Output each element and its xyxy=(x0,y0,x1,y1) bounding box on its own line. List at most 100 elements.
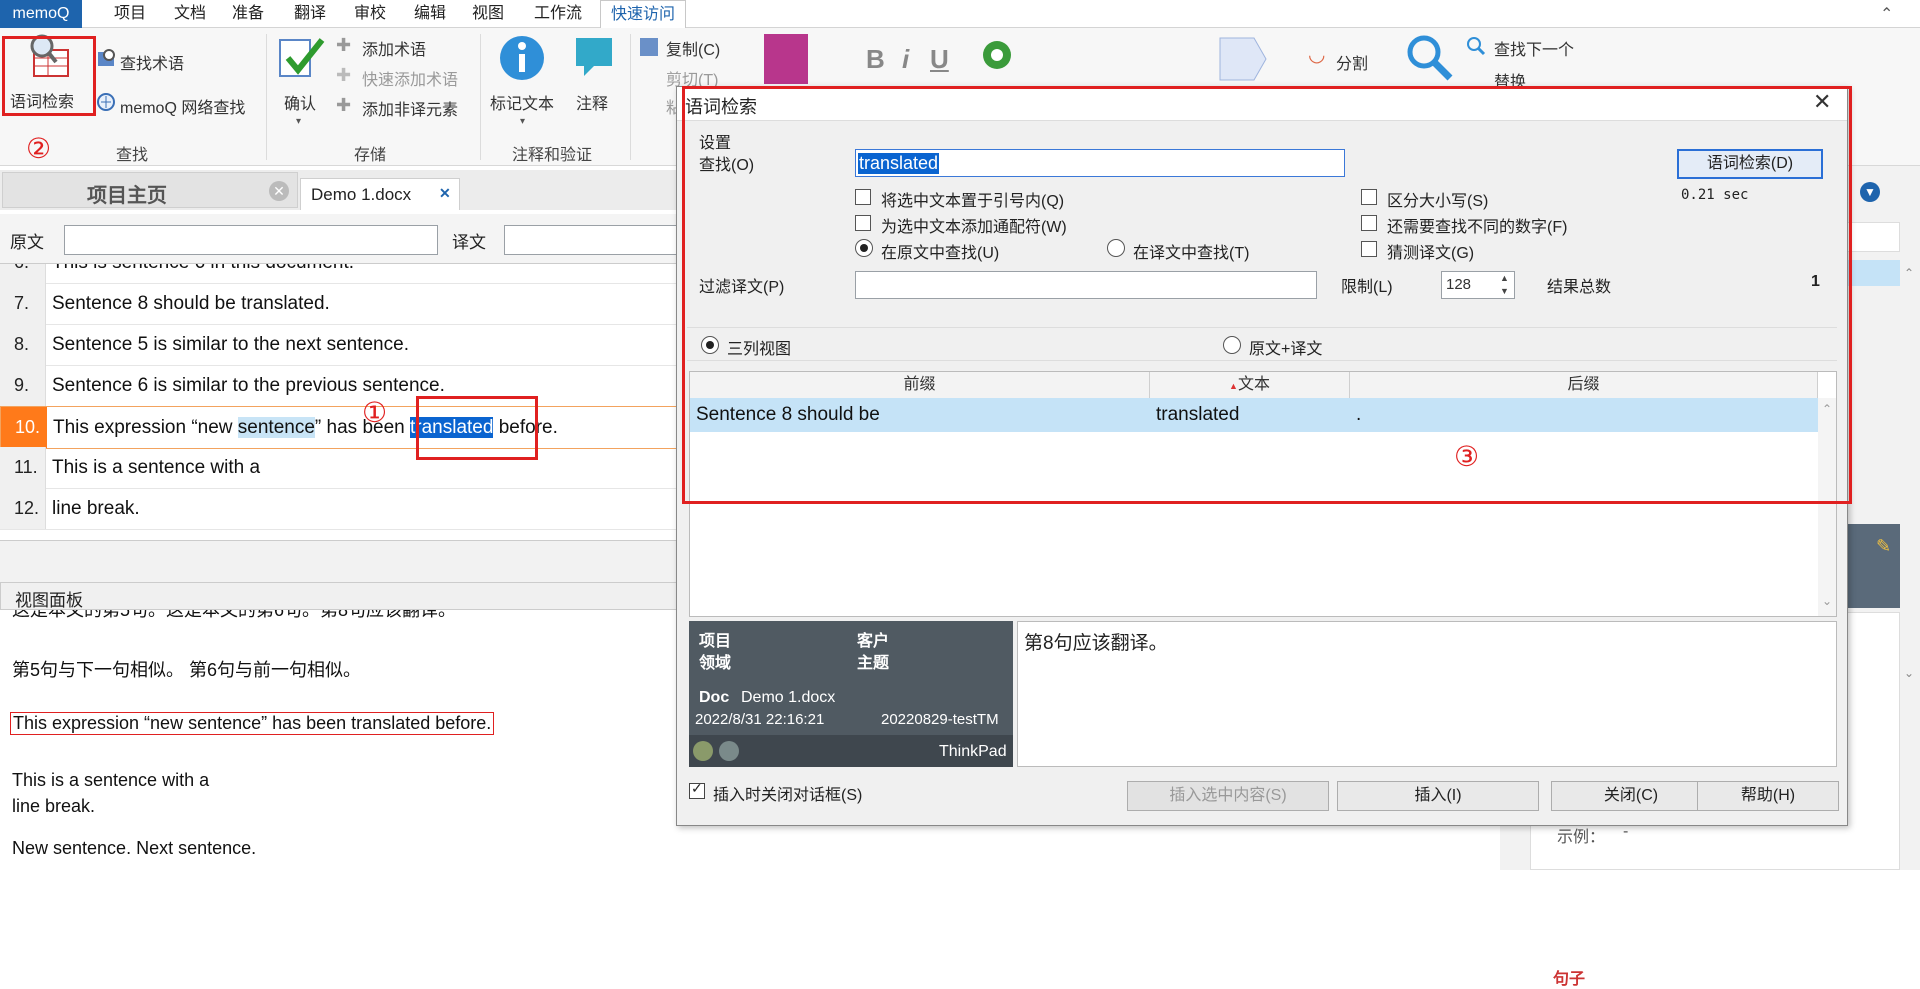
preview-line: 这是本文的第5句。这是本文的第6句。第8句应该翻译。 xyxy=(12,610,457,620)
annotation-2: ② xyxy=(26,132,52,165)
menu-workflow[interactable]: 工作流 xyxy=(534,0,582,28)
table-row-active[interactable]: 10. This expression “new sentence” has b… xyxy=(0,406,680,449)
collapse-ribbon-icon[interactable]: ⌃ xyxy=(1880,4,1893,24)
quick-add-term-icon: ✚ xyxy=(336,65,352,85)
menu-bar: memoQ 项目 文档 准备 翻译 审校 编辑 视图 工作流 快速访问 ⌃ xyxy=(0,0,1920,29)
menu-quick-access[interactable]: 快速访问 xyxy=(600,0,687,29)
target-filter-input[interactable] xyxy=(504,225,684,255)
info-icon xyxy=(498,34,546,82)
table-row[interactable]: 11. This is a sentence with a xyxy=(0,447,680,489)
status-icon xyxy=(693,741,713,761)
close-doc-tab-icon[interactable]: ✕ xyxy=(439,185,451,202)
grid-footer xyxy=(0,540,680,582)
translation-grid: 6. This is sentence 6 in this document. … xyxy=(0,264,680,540)
document-icon xyxy=(764,34,808,84)
tab-project-home[interactable]: 项目主页 ✕ xyxy=(2,172,298,208)
document-tabs: 项目主页 ✕ Demo 1.docx ✕ xyxy=(0,170,680,210)
find-next-button[interactable]: 查找下一个 xyxy=(1494,36,1574,60)
source-filter-input[interactable] xyxy=(64,225,438,255)
underline-button[interactable]: U xyxy=(930,44,949,75)
tab-demo-doc-label: Demo 1.docx xyxy=(311,185,412,204)
help-button[interactable]: 帮助(H) xyxy=(1697,781,1839,811)
entry-date: 2022/8/31 22:16:21 xyxy=(695,711,825,728)
term-highlight: sentence xyxy=(237,417,315,438)
doc-label: Doc xyxy=(699,689,730,706)
close-tab-icon[interactable]: ✕ xyxy=(269,181,289,201)
menu-edit[interactable]: 编辑 xyxy=(414,0,446,28)
mark-text-dropdown-icon: ▾ xyxy=(520,116,526,127)
copy-button[interactable]: 复制(C) xyxy=(666,36,720,60)
close-button[interactable]: 关闭(C) xyxy=(1551,781,1711,811)
copy-icon xyxy=(640,38,658,56)
term-lookup-icon xyxy=(96,48,116,68)
confirm-label: 确认 xyxy=(284,96,317,113)
row-number: 10. xyxy=(1,407,47,448)
table-row[interactable]: 6. This is sentence 6 in this document. xyxy=(0,264,680,284)
result-metadata: 项目 客户 领域 主题 Doc Demo 1.docx 2022/8/31 22… xyxy=(689,621,1013,767)
group-store-label: 存储 xyxy=(354,147,387,164)
add-term-button[interactable]: 添加术语 xyxy=(362,36,426,60)
row-number: 8. xyxy=(0,324,46,365)
view-panel-header: 视图面板 xyxy=(0,582,680,610)
split-button[interactable]: 分割 xyxy=(1336,50,1368,74)
bold-button[interactable]: B xyxy=(866,44,885,75)
target-filter-label: 译文 xyxy=(452,233,486,252)
search-icon[interactable] xyxy=(1404,32,1454,82)
edit-pencil-icon[interactable]: ✎ xyxy=(1876,536,1891,557)
preview-line: 第5句与下一句相似。 第6句与前一句相似。 xyxy=(12,660,362,680)
row-number: 11. xyxy=(0,447,46,488)
text-part: This expression “new xyxy=(53,417,238,438)
memoq-web-search-button[interactable]: memoQ 网络查找 xyxy=(120,94,245,118)
close-on-insert-checkbox[interactable]: ✓ xyxy=(689,780,705,799)
filter-bar: 原文 译文 xyxy=(0,214,684,264)
menu-review[interactable]: 审校 xyxy=(354,0,386,28)
group-comment-label: 注释和验证 xyxy=(512,147,593,164)
scroll-up-icon[interactable]: ⌃ xyxy=(1904,266,1914,280)
menu-project[interactable]: 项目 xyxy=(114,0,146,28)
tag-shape-icon[interactable] xyxy=(1218,36,1268,82)
row-source-text: line break. xyxy=(52,498,140,519)
settings-gear-icon[interactable] xyxy=(980,38,1014,72)
web-search-icon xyxy=(96,92,116,112)
comment-button[interactable]: 注释 xyxy=(566,32,622,128)
tab-demo-doc[interactable]: Demo 1.docx ✕ xyxy=(300,178,460,210)
client-label: 客户 xyxy=(857,633,890,650)
table-row[interactable]: 12. line break. xyxy=(0,488,680,530)
status-icon xyxy=(719,741,739,761)
add-term-icon: ✚ xyxy=(336,35,352,55)
menu-prepare[interactable]: 准备 xyxy=(232,0,264,28)
menu-document[interactable]: 文档 xyxy=(174,0,206,28)
menu-app[interactable]: memoQ xyxy=(0,0,82,28)
mark-text-button[interactable]: 标记文本 ▾ xyxy=(486,32,562,128)
group-separator xyxy=(266,34,267,160)
panel-scrollbar[interactable]: ⌃ ⌄ xyxy=(1904,266,1918,686)
translation-preview: 第8句应该翻译。 xyxy=(1017,621,1837,767)
annotation-box-1 xyxy=(416,396,538,460)
view-panel-content: 这是本文的第5句。这是本文的第6句。第8句应该翻译。 第5句与下一句相似。 第6… xyxy=(0,610,680,870)
domain-label: 领域 xyxy=(699,655,732,672)
add-nontranslatable-button[interactable]: 添加非译元素 xyxy=(362,96,458,120)
example-label: 示例： xyxy=(1557,829,1606,846)
scroll-down-icon[interactable]: ⌄ xyxy=(1822,594,1832,608)
table-row[interactable]: 9. Sentence 6 is similar to the previous… xyxy=(0,365,680,407)
translation-text: 第8句应该翻译。 xyxy=(1024,633,1168,654)
scroll-down-icon[interactable]: ⌄ xyxy=(1904,666,1914,680)
panel-dropdown-icon[interactable]: ▼ xyxy=(1860,182,1880,202)
project-label: 项目 xyxy=(699,633,732,650)
quick-add-term-button[interactable]: 快速添加术语 xyxy=(362,66,458,90)
close-on-insert-label: 插入时关闭对话框(S) xyxy=(713,787,863,804)
table-row[interactable]: 7. Sentence 8 should be translated. xyxy=(0,283,680,325)
tab-project-home-label: 项目主页 xyxy=(87,185,167,207)
find-term-button[interactable]: 查找术语 xyxy=(120,50,184,74)
subject-label: 主题 xyxy=(857,655,890,672)
annotation-box-2 xyxy=(2,36,96,116)
confirm-button[interactable]: 确认 ▾ xyxy=(274,32,328,128)
italic-button[interactable]: i xyxy=(902,44,909,75)
comment-label: 注释 xyxy=(576,96,609,113)
table-row[interactable]: 8. Sentence 5 is similar to the next sen… xyxy=(0,324,680,366)
insert-selection-button[interactable]: 插入选中内容(S) xyxy=(1127,781,1329,811)
menu-view[interactable]: 视图 xyxy=(472,0,504,28)
menu-translate[interactable]: 翻译 xyxy=(294,0,326,28)
view-panel-title: 视图面板 xyxy=(15,591,83,610)
insert-button[interactable]: 插入(I) xyxy=(1337,781,1539,811)
